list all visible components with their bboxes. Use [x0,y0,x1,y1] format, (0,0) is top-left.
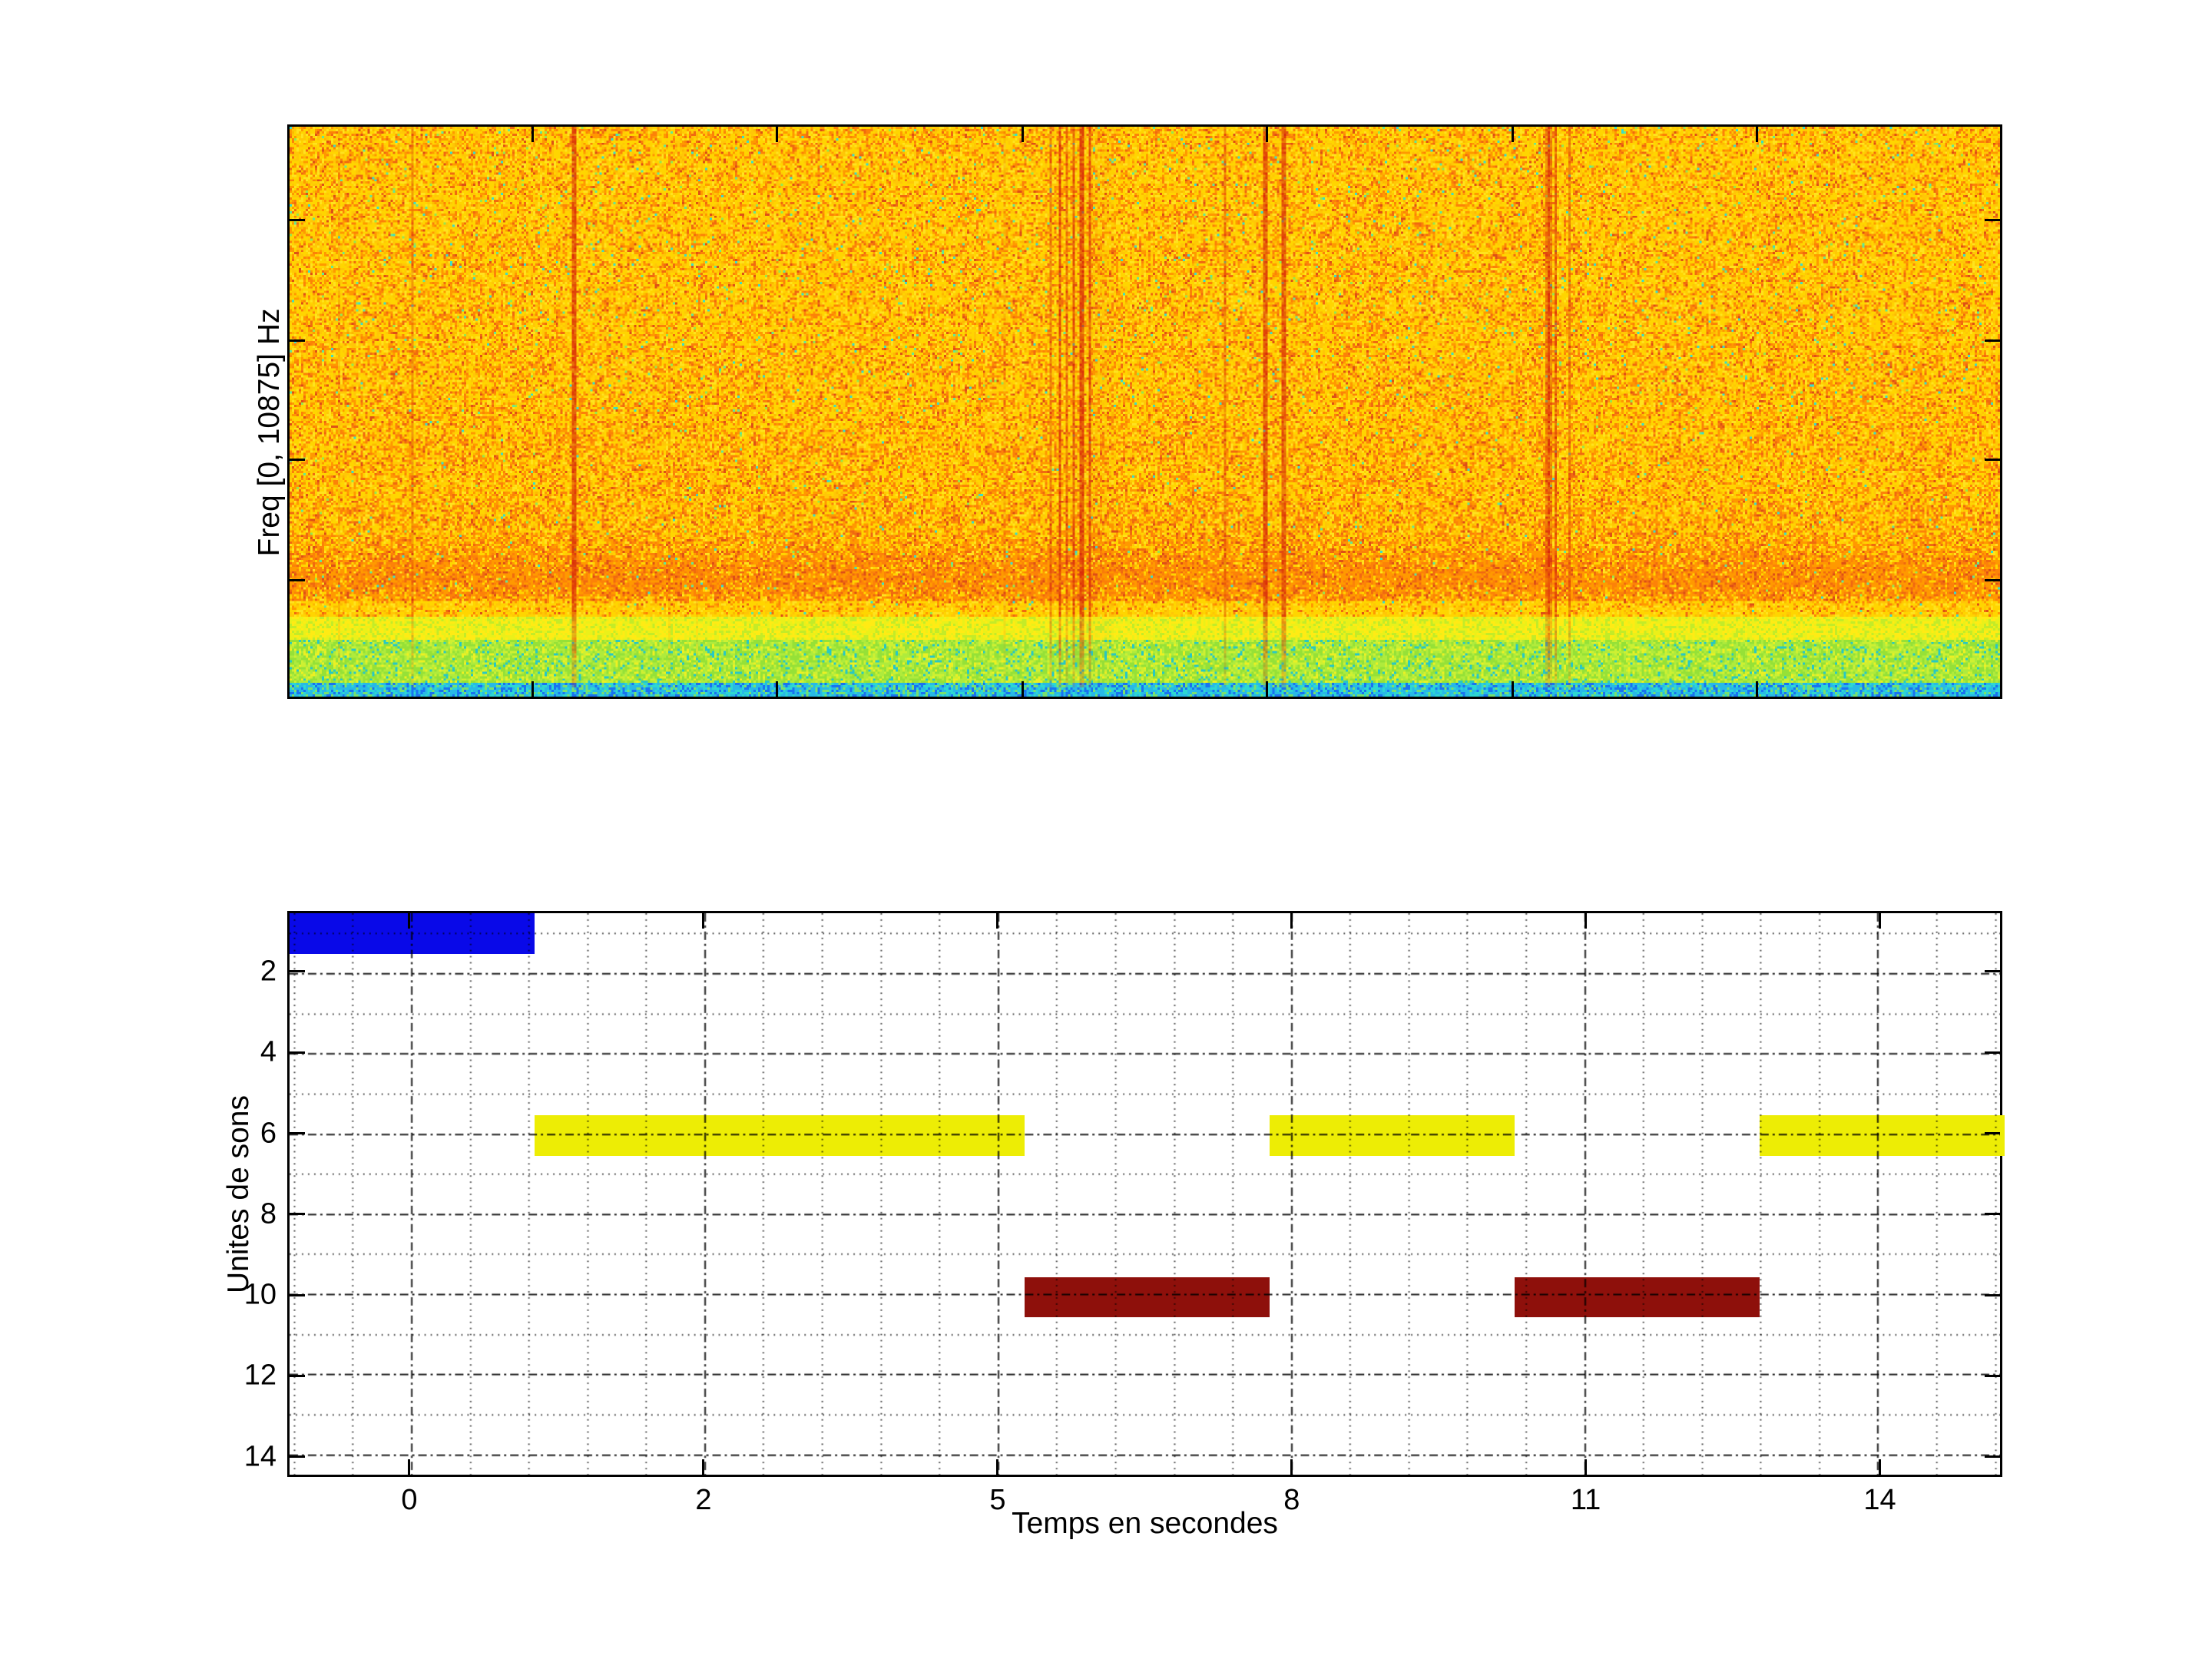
axis-tick [290,1294,305,1296]
axis-tick [290,1051,305,1054]
axis-tick [996,1459,998,1475]
axis-tick [1756,127,1758,142]
axis-tick [290,459,305,461]
spectrogram-ylabel: Freq [0, 10875] Hz [253,308,286,556]
axis-tick [1985,1375,2000,1377]
x-tick-label: 0 [401,1484,417,1517]
axis-tick [702,913,704,929]
axis-tick [1985,970,2000,972]
axis-tick [1290,913,1293,929]
axis-tick [1985,579,2000,581]
axis-tick [1985,339,2000,342]
axis-tick [290,339,305,342]
axis-tick [408,1459,410,1475]
axis-tick [290,1375,305,1377]
spectrogram-image [290,127,2000,697]
sound-units-plot [287,911,2002,1477]
axis-tick [1985,1455,2000,1458]
axis-tick [1266,127,1268,142]
axis-tick [776,127,778,142]
y-tick-label: 6 [217,1117,276,1150]
sound-unit-bar [1515,1277,1760,1318]
axis-tick [290,219,305,221]
axis-tick [1985,1132,2000,1134]
axis-tick [1756,681,1758,697]
axis-tick [290,970,305,972]
x-tick-label: 5 [989,1484,1005,1517]
axis-tick [531,127,534,142]
x-tick-label: 2 [695,1484,711,1517]
grid-overlay [290,913,2000,1475]
axis-tick [290,1213,305,1215]
sound-unit-bar [1025,1277,1270,1318]
spectrogram-plot [287,124,2002,699]
y-tick-label: 14 [217,1440,276,1473]
axis-tick [1985,459,2000,461]
axis-tick [531,681,534,697]
sound-unit-bar [535,1115,1025,1156]
axis-tick [1290,1459,1293,1475]
sound-unit-bar [1270,1115,1515,1156]
axis-tick [1512,127,1514,142]
axis-tick [1879,1459,1881,1475]
sound-unit-bar [290,913,535,954]
y-tick-label: 8 [217,1197,276,1230]
axis-tick [1512,681,1514,697]
axis-tick [996,913,998,929]
axis-tick [408,913,410,929]
axis-tick [1985,1294,2000,1296]
axis-tick [1584,1459,1587,1475]
sound-unit-bar [1760,1115,2005,1156]
x-tick-label: 11 [1571,1484,1601,1517]
axis-tick [290,1455,305,1458]
axis-tick [290,1132,305,1134]
axis-tick [702,1459,704,1475]
y-tick-label: 10 [217,1279,276,1312]
y-tick-label: 2 [217,955,276,988]
axis-tick [1879,913,1881,929]
axis-tick [1985,1213,2000,1215]
axis-tick [1022,127,1024,142]
y-tick-label: 12 [217,1359,276,1392]
axis-tick [776,681,778,697]
x-tick-label: 14 [1863,1484,1896,1517]
axis-tick [1985,219,2000,221]
x-tick-label: 8 [1283,1484,1300,1517]
axis-tick [1022,681,1024,697]
time-axis-label: Temps en secondes [1012,1507,1278,1541]
axis-tick [290,579,305,581]
axis-tick [1584,913,1587,929]
matlab-figure: Freq [0, 10875] Hz Unites de sons Temps … [0,0,2212,1659]
axis-tick [1985,1051,2000,1054]
y-tick-label: 4 [217,1036,276,1069]
axis-tick [1266,681,1268,697]
